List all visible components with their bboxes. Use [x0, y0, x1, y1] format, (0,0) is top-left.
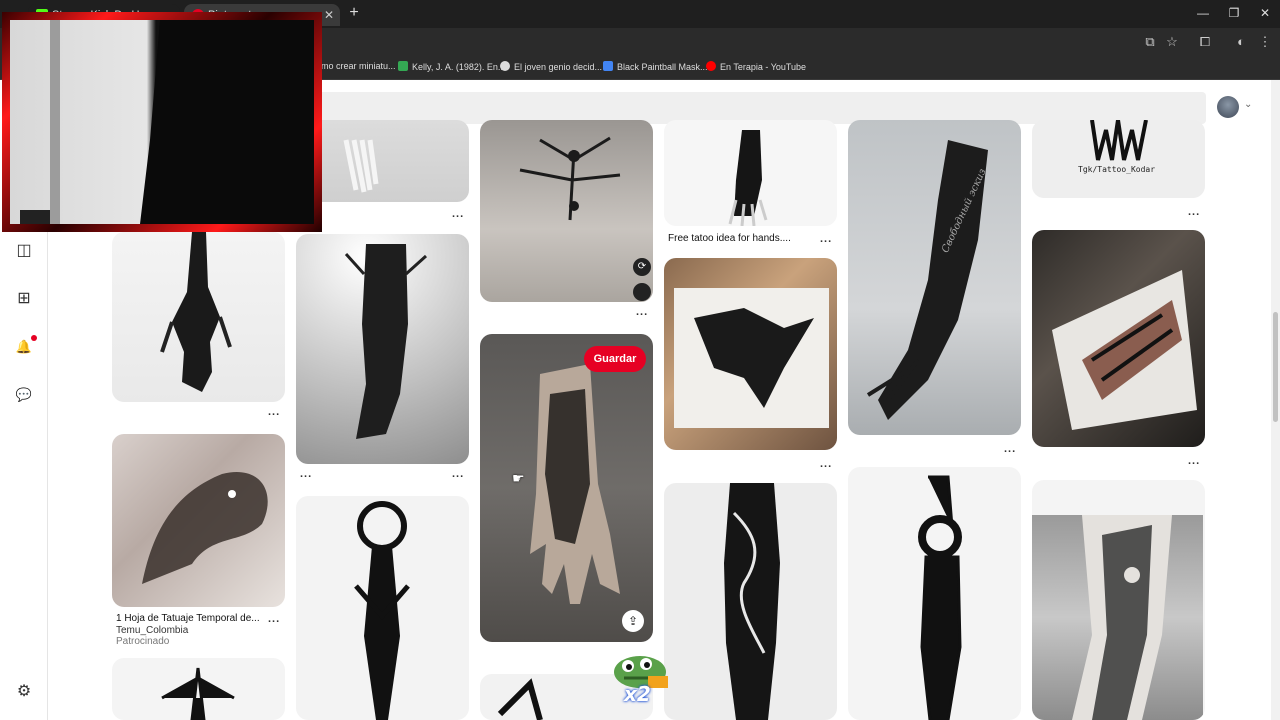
bookmark-label: El joven genio decid...	[514, 62, 603, 72]
page-scrollbar[interactable]	[1271, 80, 1280, 720]
share-icon[interactable]: ⇪	[622, 610, 644, 632]
bookmark-label: Black Paintball Mask...	[617, 62, 708, 72]
pin-image[interactable]	[480, 120, 653, 302]
profile-icon[interactable]: ◐	[1232, 34, 1250, 49]
save-button[interactable]: Guardar	[584, 346, 646, 372]
more-options-button[interactable]: ...	[1188, 455, 1200, 467]
webcam-feed	[10, 20, 314, 224]
site-icon	[500, 61, 510, 71]
pin-image[interactable]	[1032, 480, 1205, 720]
more-options-button[interactable]: ...	[452, 468, 464, 480]
pin-image[interactable]: Свободный эскиз	[848, 120, 1021, 435]
bookmark-label: omo crear miniatu...	[316, 61, 396, 71]
messages-icon[interactable]: 💬	[14, 385, 34, 405]
scrollbar-thumb[interactable]	[1273, 312, 1278, 422]
more-circle-icon[interactable]	[633, 283, 651, 301]
bookmark-item[interactable]: El joven genio decid...	[500, 61, 602, 72]
pin-image[interactable]	[664, 120, 837, 226]
pin-image[interactable]	[112, 658, 285, 720]
more-options-button[interactable]: ...	[1188, 206, 1200, 218]
pin-image[interactable]	[296, 496, 469, 720]
pin-image[interactable]	[664, 483, 837, 720]
tattoo-illustration	[530, 364, 620, 604]
settings-icon[interactable]: ⚙	[14, 682, 34, 702]
tattoo-illustration	[161, 667, 235, 720]
more-options-button[interactable]: ...	[820, 233, 832, 245]
browser-menu-icon[interactable]: ⋮	[1256, 34, 1274, 50]
extensions-icon[interactable]: ⧠	[1196, 34, 1214, 50]
tattoo-illustration	[866, 140, 988, 420]
new-tab-button[interactable]: +	[346, 4, 362, 22]
sponsored-label: Patrocinado	[116, 636, 170, 647]
tattoo-illustration	[354, 501, 410, 720]
bookmark-star-icon[interactable]: ☆	[1163, 34, 1181, 50]
bookmark-item[interactable]: En Terapia - YouTube	[706, 61, 806, 72]
pin-image[interactable]	[112, 232, 285, 402]
left-sidebar: ◫ ⊞ 🔔 💬 ⚙	[0, 230, 48, 720]
pin-image-hovered[interactable]	[480, 334, 653, 642]
pin-source[interactable]: Temu_Colombia	[116, 625, 188, 636]
more-options-button[interactable]: ...	[1004, 443, 1016, 455]
more-options-button[interactable]: ...	[636, 306, 648, 318]
tattoo-illustration	[344, 244, 428, 439]
create-icon[interactable]: ⊞	[14, 289, 34, 309]
more-options-button[interactable]: ...	[452, 208, 464, 220]
bookmark-item[interactable]: omo crear miniatu...	[316, 61, 396, 71]
close-window-button[interactable]: ✕	[1255, 6, 1275, 20]
tattoo-illustration	[1072, 515, 1172, 720]
refresh-icon[interactable]: ⟳	[633, 258, 651, 276]
hand-illustration	[728, 130, 768, 226]
tattoo-illustration	[674, 288, 829, 428]
site-icon	[603, 61, 613, 71]
tattoo-illustration	[519, 136, 621, 221]
bookmark-label: Kelly, J. A. (1982). En...	[412, 62, 506, 72]
more-options-button[interactable]: ...	[268, 613, 280, 625]
tattoo-illustration	[918, 475, 962, 720]
pin-image[interactable]: Tgk/Tattoo_Kodar	[1032, 120, 1205, 198]
frog-sticker-icon: x2	[612, 652, 670, 708]
tattoo-illustration	[1052, 270, 1197, 430]
sticker-label: x2	[624, 682, 651, 706]
pin-image[interactable]	[112, 434, 285, 607]
more-options-button[interactable]: ...	[300, 468, 312, 480]
pin-image[interactable]	[1032, 230, 1205, 447]
pin-image[interactable]	[848, 467, 1021, 720]
boards-icon[interactable]: ◫	[14, 241, 34, 261]
bookmark-item[interactable]: Black Paintball Mask...	[603, 61, 708, 72]
tattoo-illustration	[724, 483, 780, 720]
mouse-cursor-icon: ☛	[512, 470, 525, 486]
drive-icon	[398, 61, 408, 71]
watermark-text: Tgk/Tattoo_Kodar	[1078, 165, 1156, 174]
restore-button[interactable]: ❐	[1224, 6, 1244, 20]
pin-title[interactable]: 1 Hoja de Tatuaje Temporal de...	[116, 613, 260, 624]
pin-image[interactable]	[664, 258, 837, 450]
pin-title[interactable]: Free tatoo idea for hands....	[668, 233, 791, 244]
install-app-icon[interactable]: ⧉	[1141, 34, 1159, 50]
webcam-scene	[20, 20, 314, 224]
youtube-icon	[706, 61, 716, 71]
tattoo-illustration	[142, 472, 268, 584]
chevron-down-icon[interactable]: ⌄	[1244, 99, 1252, 110]
bookmark-label: En Terapia - YouTube	[720, 62, 807, 72]
tattoo-illustration	[160, 232, 232, 392]
close-tab-icon[interactable]: ✕	[324, 4, 334, 26]
pin-photo	[1032, 515, 1203, 720]
minimize-button[interactable]: —	[1193, 6, 1213, 20]
bookmark-item[interactable]: Kelly, J. A. (1982). En...	[398, 61, 505, 72]
pin-image[interactable]	[296, 234, 469, 464]
avatar[interactable]	[1217, 96, 1239, 118]
tattoo-illustration	[1090, 120, 1148, 161]
more-options-button[interactable]: ...	[268, 406, 280, 418]
more-options-button[interactable]: ...	[820, 458, 832, 470]
webcam-overlay	[2, 12, 322, 232]
notification-badge	[31, 335, 37, 341]
